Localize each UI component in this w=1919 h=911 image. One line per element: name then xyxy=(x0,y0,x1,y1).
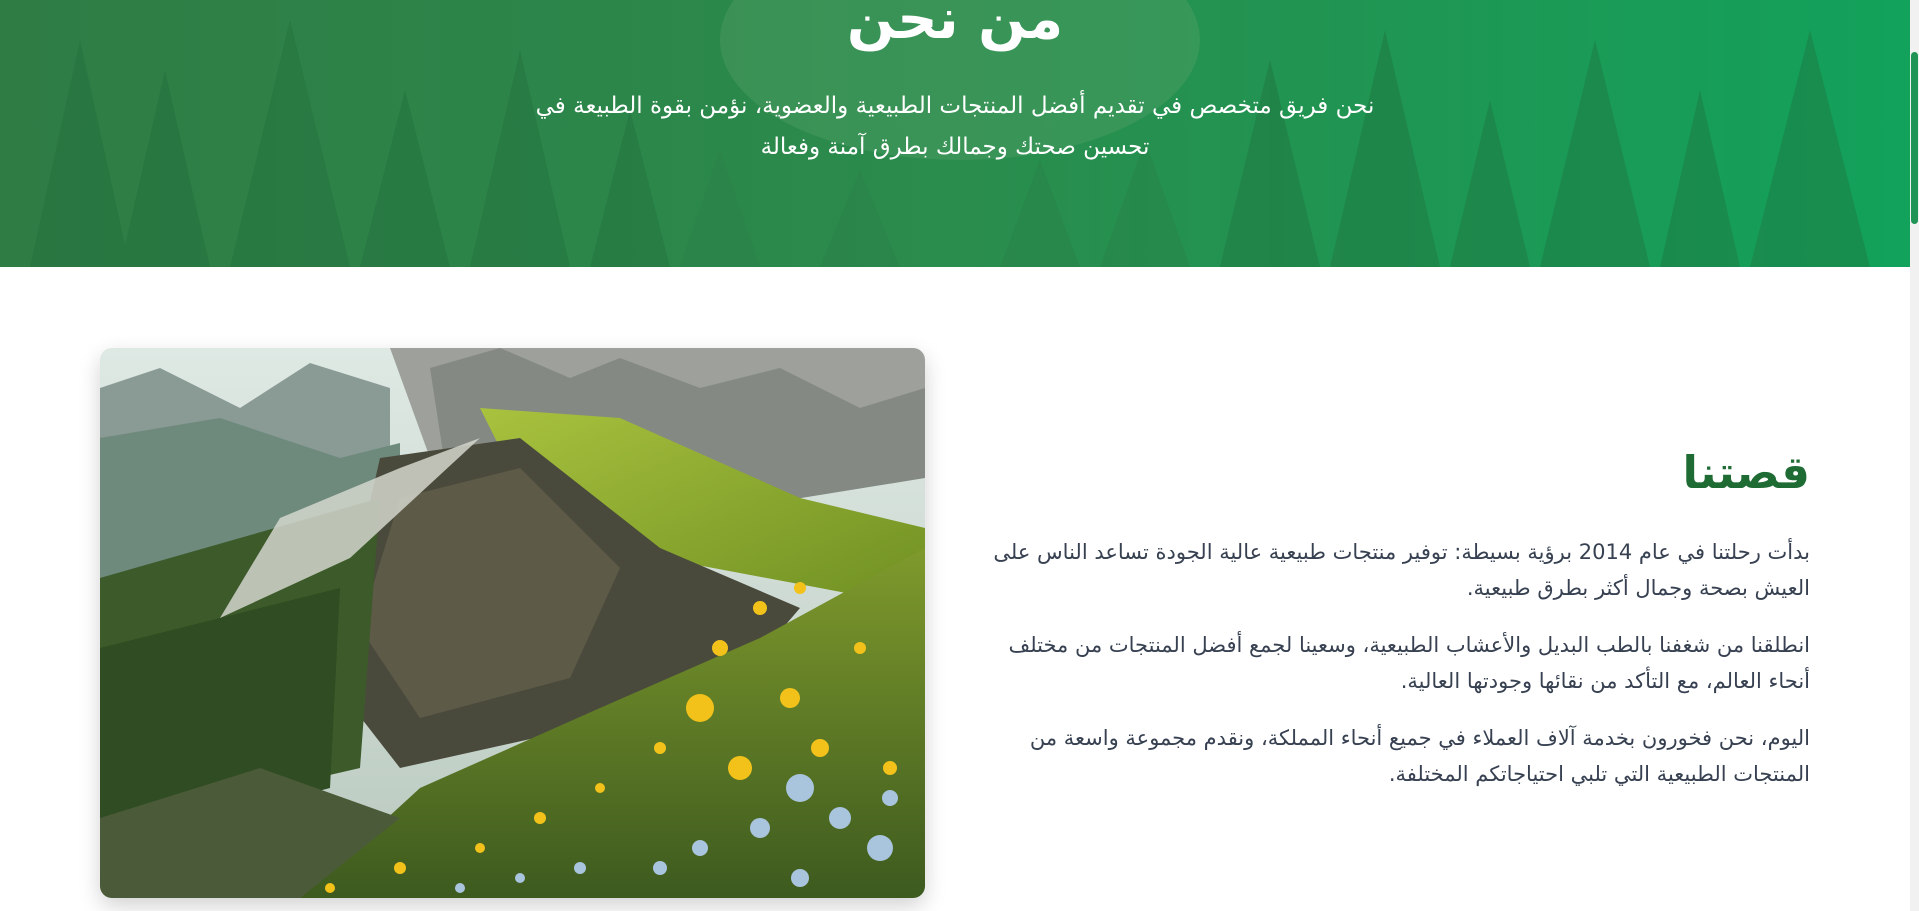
story-paragraph-3: اليوم، نحن فخورون بخدمة آلاف العملاء في … xyxy=(1029,726,1810,786)
mountain-meadow-image xyxy=(100,348,925,898)
page-title: من نحن xyxy=(846,0,1064,52)
story-heading: قصتنا xyxy=(1682,446,1810,499)
hero-banner: من نحن نحن فريق متخصص في تقديم أفضل المن… xyxy=(0,0,1910,267)
story-paragraph-1: بدأت رحلتنا في عام 2014 برؤية بسيطة: توف… xyxy=(993,540,1810,600)
hero-subtitle: نحن فريق متخصص في تقديم أفضل المنتجات ال… xyxy=(535,93,1375,160)
scrollbar-thumb[interactable] xyxy=(1911,52,1918,224)
story-paragraph-2: انطلقنا من شغفنا بالطب البديل والأعشاب ا… xyxy=(1008,633,1810,693)
page-scrollbar[interactable] xyxy=(1910,0,1919,911)
